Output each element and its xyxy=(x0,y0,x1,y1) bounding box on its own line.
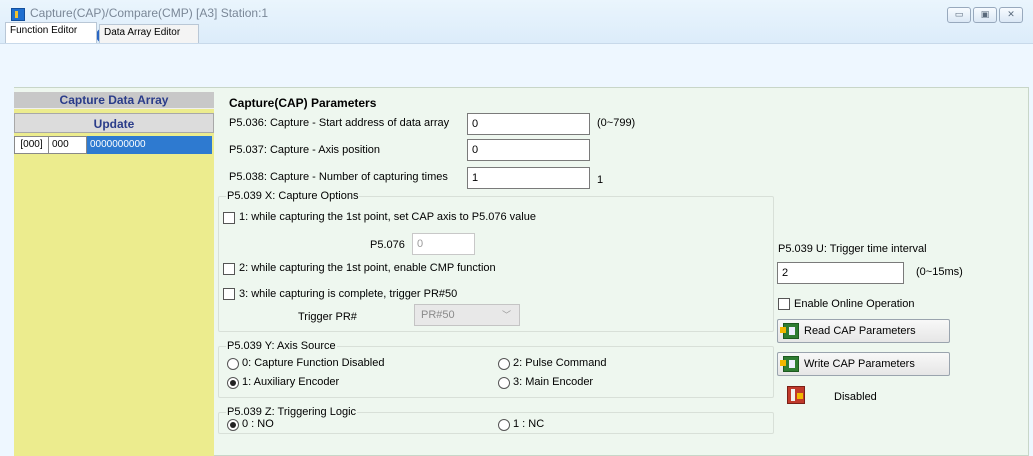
start-address-input[interactable]: 0 xyxy=(467,113,590,135)
trigger-pr-select[interactable]: PR#50 ﹀ xyxy=(414,304,520,326)
axis-source-1-label: 1: Auxiliary Encoder xyxy=(242,376,340,388)
trigger-pr-label: Trigger PR# xyxy=(298,311,357,323)
triggering-logic-title: P5.039 Z: Triggering Logic xyxy=(226,406,358,418)
read-cap-label: Read CAP Parameters xyxy=(804,325,916,337)
axis-source-3-radio[interactable] xyxy=(498,377,510,389)
close-button[interactable]: ✕ xyxy=(999,7,1023,23)
trigger-interval-label: P5.039 U: Trigger time interval xyxy=(778,243,927,255)
trigger-interval-range: (0~15ms) xyxy=(916,266,963,278)
logic-nc-radio[interactable] xyxy=(498,419,510,431)
row-value[interactable]: 0000000000 xyxy=(87,136,212,154)
capture-data-array-panel: Capture Data Array Update [000] 000 0000… xyxy=(14,92,214,456)
capture-times-suffix: 1 xyxy=(597,174,604,186)
write-icon xyxy=(780,356,799,372)
section-title: Capture(CAP) Parameters xyxy=(229,96,377,110)
option3-checkbox[interactable] xyxy=(223,288,235,300)
logic-no-label: 0 : NO xyxy=(242,418,274,430)
restore-button[interactable]: ▣ xyxy=(973,7,997,23)
window-controls: ▭ ▣ ✕ xyxy=(947,7,1023,23)
option2-checkbox[interactable] xyxy=(223,263,235,275)
axis-position-input[interactable]: 0 xyxy=(467,139,590,161)
option2-label: 2: while capturing the 1st point, enable… xyxy=(239,262,496,274)
online-operation-label: Enable Online Operation xyxy=(794,298,915,310)
option1-label: 1: while capturing the 1st point, set CA… xyxy=(239,211,536,223)
trigger-pr-value: PR#50 xyxy=(421,309,455,321)
app-window: Capture(CAP)/Compare(CMP) [A3] Station:1… xyxy=(0,0,1033,456)
capture-data-array-header: Capture Data Array xyxy=(14,92,214,109)
p5037-label: P5.037: Capture - Axis position xyxy=(229,144,381,156)
status-label: Disabled xyxy=(834,391,877,403)
window-title: Capture(CAP)/Compare(CMP) [A3] Station:1 xyxy=(30,6,269,20)
tab-function-editor[interactable]: Function Editor xyxy=(5,22,97,43)
axis-source-title: P5.039 Y: Axis Source xyxy=(226,340,337,352)
left-gutter xyxy=(5,87,14,456)
list-item[interactable]: [000] 000 0000000000 xyxy=(14,136,212,154)
read-cap-button[interactable]: Read CAP Parameters xyxy=(777,319,950,343)
axis-source-2-radio[interactable] xyxy=(498,358,510,370)
write-cap-label: Write CAP Parameters xyxy=(804,358,915,370)
p5038-label: P5.038: Capture - Number of capturing ti… xyxy=(229,171,448,183)
chevron-down-icon: ﹀ xyxy=(501,310,511,320)
axis-source-0-radio[interactable] xyxy=(227,358,239,370)
p5076-input[interactable]: 0 xyxy=(412,233,475,255)
app-logo-icon xyxy=(11,8,25,21)
update-button[interactable]: Update xyxy=(14,113,214,133)
p5076-label: P5.076 xyxy=(370,239,405,251)
row-index: [000] xyxy=(14,136,49,154)
logic-no-radio[interactable] xyxy=(227,419,239,431)
tab-data-array-editor[interactable]: Data Array Editor xyxy=(99,24,199,43)
axis-source-0-label: 0: Capture Function Disabled xyxy=(242,357,385,369)
logic-nc-label: 1 : NC xyxy=(513,418,545,430)
trigger-interval-input[interactable]: 2 xyxy=(777,262,904,284)
axis-source-group xyxy=(218,346,774,398)
online-operation-checkbox[interactable] xyxy=(778,298,790,310)
start-address-range: (0~799) xyxy=(597,117,636,129)
minimize-button[interactable]: ▭ xyxy=(947,7,971,23)
axis-source-2-label: 2: Pulse Command xyxy=(513,357,607,369)
write-cap-button[interactable]: Write CAP Parameters xyxy=(777,352,950,376)
capture-times-input[interactable]: 1 xyxy=(467,167,590,189)
read-icon xyxy=(780,323,799,339)
p5036-label: P5.036: Capture - Start address of data … xyxy=(229,117,450,129)
option3-label: 3: while capturing is complete, trigger … xyxy=(239,288,458,300)
axis-source-3-label: 3: Main Encoder xyxy=(513,376,594,388)
cap-parameters-form: Capture(CAP) Parameters P5.036: Capture … xyxy=(216,92,1026,456)
axis-source-1-radio[interactable] xyxy=(227,377,239,389)
disabled-status-icon xyxy=(787,386,805,404)
row-address: 000 xyxy=(49,136,87,154)
capture-options-title: P5.039 X: Capture Options xyxy=(226,190,360,202)
option1-checkbox[interactable] xyxy=(223,212,235,224)
